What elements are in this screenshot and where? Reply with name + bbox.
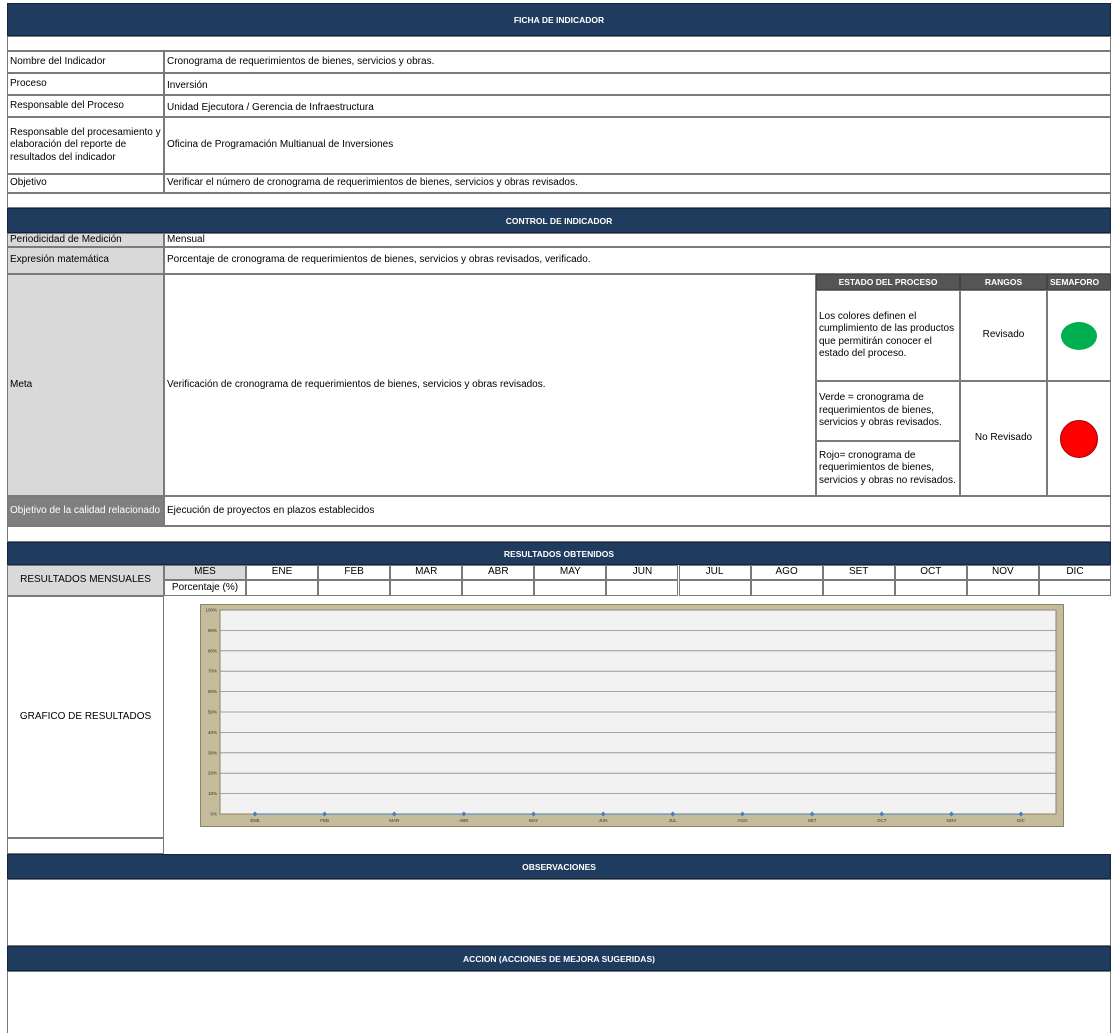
y-tick-label: 10% bbox=[208, 791, 217, 796]
month-value-dic[interactable] bbox=[1038, 580, 1111, 596]
x-tick-label: JUL bbox=[669, 818, 677, 823]
spacer-row bbox=[7, 193, 1111, 208]
grafico-label: GRAFICO DE RESULTADOS bbox=[7, 596, 164, 838]
value-expresion: Porcentaje de cronograma de requerimient… bbox=[164, 247, 1111, 274]
month-value-abr[interactable] bbox=[462, 580, 535, 596]
spacer-cell bbox=[7, 838, 164, 854]
green-light-icon bbox=[1061, 321, 1097, 350]
results-chart-svg: 0% 10% 20% 30% 40% 50% 60% 70% 80% 90% 100% ENE FEB M… bbox=[200, 604, 1064, 827]
label-responsable: Responsable del Proceso bbox=[7, 95, 164, 117]
semaforo-header: SEMAFORO bbox=[1047, 274, 1111, 290]
month-header-set: SET bbox=[822, 565, 895, 580]
label-objetivo: Objetivo bbox=[7, 174, 164, 193]
month-header-jul: JUL bbox=[678, 565, 751, 580]
month-header-nov: NOV bbox=[966, 565, 1039, 580]
value-periodicidad: Mensual bbox=[164, 233, 1111, 247]
x-tick-label: JUN bbox=[599, 818, 608, 823]
semaforo-green-cell bbox=[1047, 290, 1111, 381]
month-value-may[interactable] bbox=[534, 580, 607, 596]
month-header-dic: DIC bbox=[1038, 565, 1111, 580]
x-tick-label: OCT bbox=[877, 818, 887, 823]
x-tick-label: NOV bbox=[946, 818, 956, 823]
label-responsable-procesamiento: Responsable del procesamiento y elaborac… bbox=[7, 117, 164, 174]
spacer-row bbox=[7, 36, 1111, 51]
red-light-icon bbox=[1060, 419, 1098, 458]
month-value-set[interactable] bbox=[822, 580, 895, 596]
x-tick-label: DIC bbox=[1017, 818, 1026, 823]
y-tick-label: 20% bbox=[208, 771, 217, 776]
results-chart: 0% 10% 20% 30% 40% 50% 60% 70% 80% 90% 100% ENE FEB M… bbox=[200, 604, 1064, 827]
y-tick-label: 90% bbox=[208, 628, 217, 633]
accion-box[interactable] bbox=[7, 971, 1111, 1033]
label-meta: Meta bbox=[7, 274, 164, 496]
label-nombre: Nombre del Indicador bbox=[7, 51, 164, 73]
observaciones-box[interactable] bbox=[7, 879, 1111, 946]
value-nombre: Cronograma de requerimientos de bienes, … bbox=[164, 51, 1111, 73]
month-value-jul[interactable] bbox=[678, 580, 751, 596]
month-value-nov[interactable] bbox=[966, 580, 1039, 596]
value-responsable: Unidad Ejecutora / Gerencia de Infraestr… bbox=[164, 95, 1111, 117]
y-tick-label: 60% bbox=[208, 689, 217, 694]
label-calidad: Objetivo de la calidad relacionado bbox=[7, 496, 164, 526]
month-header-jun: JUN bbox=[606, 565, 679, 580]
x-tick-label: MAY bbox=[529, 818, 538, 823]
y-tick-label: 30% bbox=[208, 750, 217, 755]
estado-desc: Los colores definen el cumplimiento de l… bbox=[816, 290, 960, 381]
x-tick-label: SET bbox=[808, 818, 817, 823]
rango-no-revisado: No Revisado bbox=[960, 381, 1047, 496]
y-tick-label: 100% bbox=[205, 608, 217, 613]
value-calidad: Ejecución de proyectos en plazos estable… bbox=[164, 496, 1111, 526]
value-responsable-procesamiento: Oficina de Programación Multianual de In… bbox=[164, 117, 1111, 174]
verde-desc: Verde = cronograma de requerimientos de … bbox=[816, 381, 960, 441]
y-tick-label: 40% bbox=[208, 730, 217, 735]
x-tick-label: FEB bbox=[320, 818, 329, 823]
spacer-row bbox=[7, 526, 1111, 542]
month-value-jun[interactable] bbox=[606, 580, 679, 596]
observaciones-header: OBSERVACIONES bbox=[7, 854, 1111, 879]
month-value-ene[interactable] bbox=[246, 580, 319, 596]
y-tick-label: 50% bbox=[208, 710, 217, 715]
rango-revisado: Revisado bbox=[960, 290, 1047, 381]
y-tick-label: 70% bbox=[208, 669, 217, 674]
y-tick-label: 0% bbox=[210, 812, 217, 817]
ficha-header: FICHA DE INDICADOR bbox=[7, 3, 1111, 36]
control-header: CONTROL DE INDICADOR bbox=[7, 208, 1111, 233]
month-value-oct[interactable] bbox=[894, 580, 967, 596]
x-tick-label: ABR bbox=[459, 818, 469, 823]
month-value-feb[interactable] bbox=[318, 580, 391, 596]
month-header-may: MAY bbox=[534, 565, 607, 580]
value-objetivo: Verificar el número de cronograma de req… bbox=[164, 174, 1111, 193]
mes-label: MES bbox=[164, 565, 246, 580]
label-expresion: Expresión matemática bbox=[7, 247, 164, 274]
rangos-header: RANGOS bbox=[960, 274, 1047, 290]
label-proceso: Proceso bbox=[7, 73, 164, 95]
y-tick-label: 80% bbox=[208, 648, 217, 653]
x-tick-label: AGO bbox=[737, 818, 748, 823]
month-value-ago[interactable] bbox=[750, 580, 823, 596]
value-meta: Verificación de cronograma de requerimie… bbox=[164, 274, 816, 496]
month-header-feb: FEB bbox=[318, 565, 391, 580]
month-header-oct: OCT bbox=[894, 565, 967, 580]
rojo-desc: Rojo= cronograma de requerimientos de bi… bbox=[816, 441, 960, 496]
month-header-ene: ENE bbox=[246, 565, 319, 580]
label-periodicidad: Periodicidad de Medición bbox=[7, 233, 164, 247]
value-proceso: Inversión bbox=[164, 73, 1111, 95]
month-header-ago: AGO bbox=[750, 565, 823, 580]
x-tick-label: ENE bbox=[250, 818, 259, 823]
month-header-mar: MAR bbox=[390, 565, 463, 580]
month-header-abr: ABR bbox=[462, 565, 535, 580]
accion-header: ACCION (ACCIONES DE MEJORA SUGERIDAS) bbox=[7, 946, 1111, 971]
semaforo-red-cell bbox=[1047, 381, 1111, 496]
porcentaje-label: Porcentaje (%) bbox=[164, 580, 246, 596]
resultados-mensuales-label: RESULTADOS MENSUALES bbox=[7, 565, 164, 596]
resultados-header: RESULTADOS OBTENIDOS bbox=[7, 542, 1111, 565]
estado-proceso-header: ESTADO DEL PROCESO bbox=[816, 274, 960, 290]
month-value-mar[interactable] bbox=[390, 580, 463, 596]
x-tick-label: MAR bbox=[389, 818, 400, 823]
